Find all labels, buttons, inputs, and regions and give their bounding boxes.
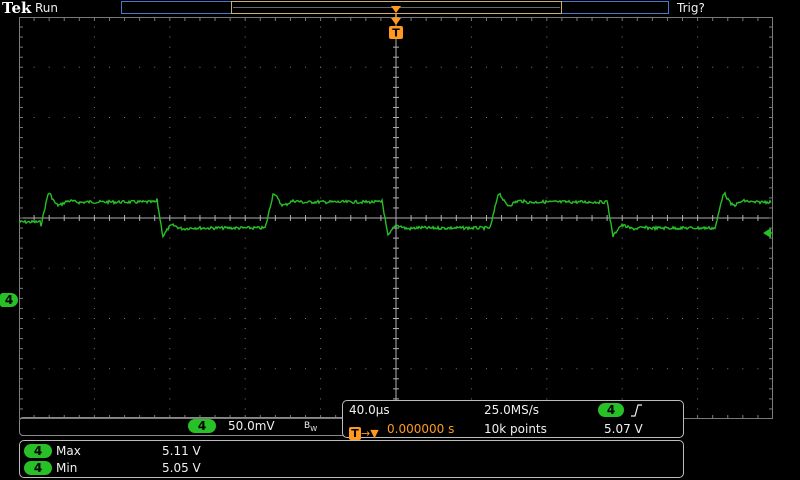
measurement-name: Min [56,461,78,475]
vertical-scale: 50.0mV [228,419,275,433]
rising-edge-icon [631,404,642,417]
channel-4-badge: 4 [188,419,216,433]
acquisition-status: Run [35,1,59,15]
bandwidth-limit-label: BW [304,421,318,433]
channel-4-trace [19,191,772,239]
brand-logo: Tek [2,0,32,17]
graticule-grid [19,17,773,419]
channel-4-ground-marker[interactable]: 4 [0,289,18,308]
measurement-value: 5.11 V [162,444,201,458]
trigger-position-icon[interactable]: T [388,2,404,40]
measurement-row[interactable]: 4 Max 5.11 V [24,443,674,459]
measurement-source-badge: 4 [24,444,52,458]
measurement-source-badge: 4 [24,461,52,475]
trigger-source-badge: 4 [598,403,624,417]
trigger-delay-icon: T →▼ [349,422,379,441]
horizontal-delay: 0.000000 s [387,422,455,436]
record-length: 10k points [484,422,547,436]
horizontal-scale: 40.0μs [349,403,390,417]
measurement-value: 5.05 V [162,461,201,475]
horizontal-settings-panel[interactable]: 40.0μs 25.0MS/s 4 T →▼ 0.000000 s 10k poi… [342,400,684,441]
trigger-level-icon[interactable] [760,227,772,239]
measurement-row[interactable]: 4 Min 5.05 V [24,460,674,476]
trigger-status: Trig? [677,1,705,15]
channel-4-badge: 4 [0,293,18,307]
svg-text:T: T [392,27,400,40]
measurements-panel[interactable]: 4 Max 5.11 V 4 Min 5.05 V [19,440,684,478]
trigger-level: 5.07 V [604,422,643,436]
waveform-display[interactable] [19,17,773,419]
measurement-name: Max [56,444,81,458]
sample-rate: 25.0MS/s [484,403,539,417]
